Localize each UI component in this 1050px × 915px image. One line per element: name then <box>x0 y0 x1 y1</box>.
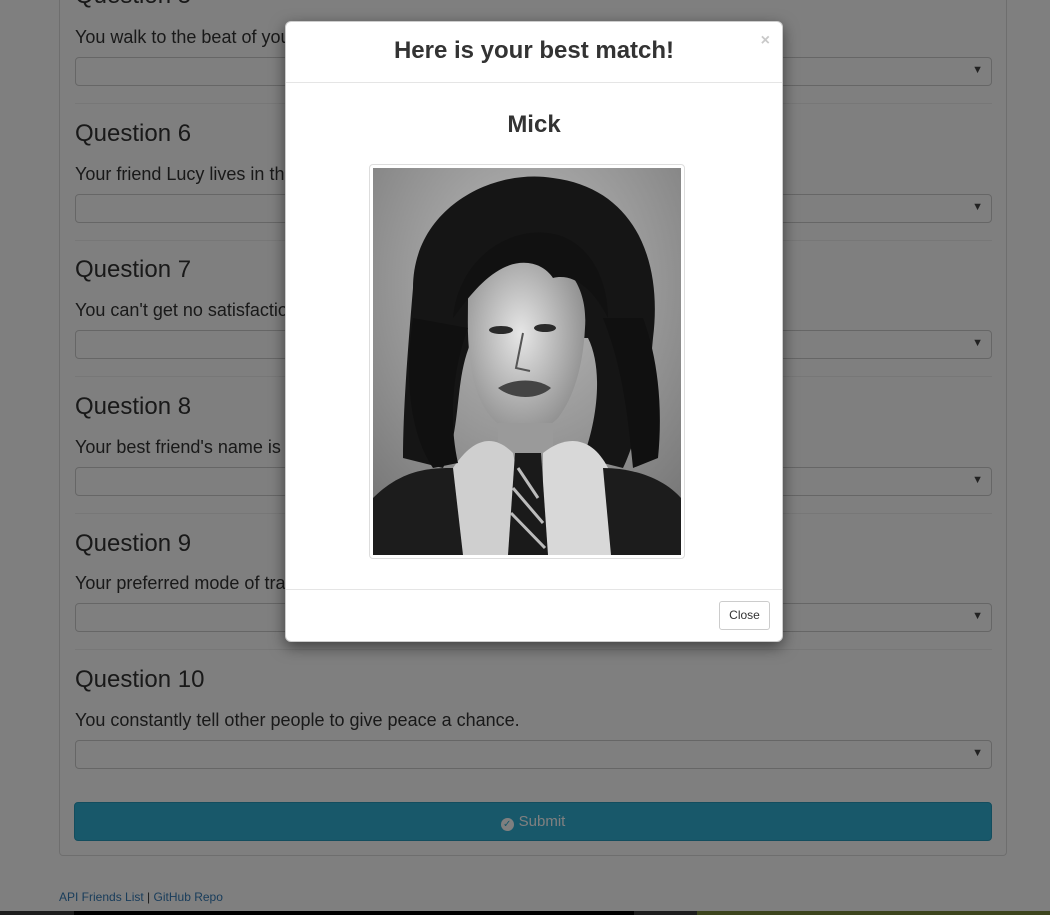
modal-footer-divider <box>286 589 782 590</box>
match-photo <box>369 164 685 559</box>
close-button[interactable]: Close <box>719 601 770 630</box>
modal-title: Here is your best match! <box>393 37 675 64</box>
modal-header: Here is your best match! × <box>286 22 782 83</box>
portrait-image <box>373 168 681 555</box>
close-icon[interactable]: × <box>761 32 770 50</box>
match-name: Mick <box>507 111 561 138</box>
match-modal: Here is your best match! × Mick Close <box>285 21 783 642</box>
